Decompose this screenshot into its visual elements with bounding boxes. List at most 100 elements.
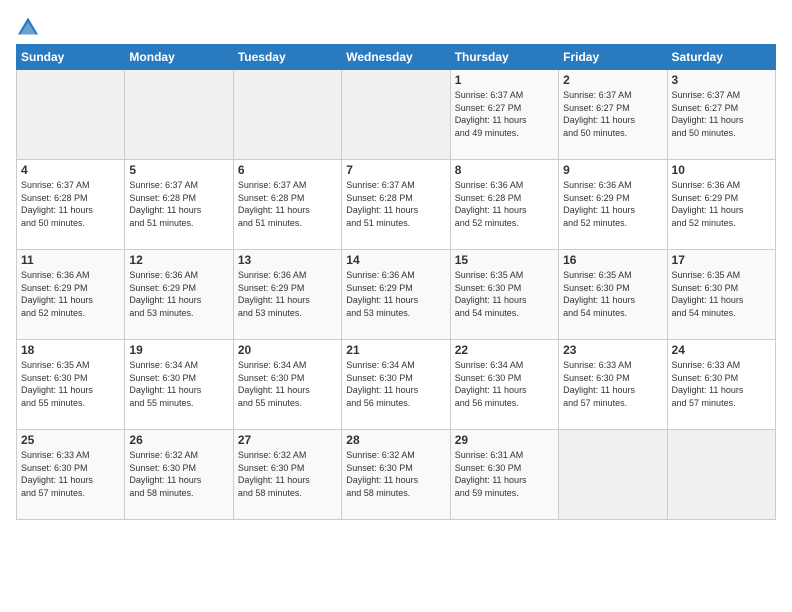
weekday-header-wednesday: Wednesday — [342, 45, 450, 70]
week-row-2: 4 Sunrise: 6:37 AM Sunset: 6:28 PM Daylig… — [17, 160, 776, 250]
day-number: 7 — [346, 163, 445, 177]
calendar-cell: 9 Sunrise: 6:36 AM Sunset: 6:29 PM Daylig… — [559, 160, 667, 250]
day-info: Sunrise: 6:34 AM Sunset: 6:30 PM Dayligh… — [346, 359, 445, 409]
day-info: Sunrise: 6:37 AM Sunset: 6:27 PM Dayligh… — [563, 89, 662, 139]
calendar-cell: 20 Sunrise: 6:34 AM Sunset: 6:30 PM Dayli… — [233, 340, 341, 430]
weekday-header-monday: Monday — [125, 45, 233, 70]
week-row-4: 18 Sunrise: 6:35 AM Sunset: 6:30 PM Dayli… — [17, 340, 776, 430]
calendar-cell: 28 Sunrise: 6:32 AM Sunset: 6:30 PM Dayli… — [342, 430, 450, 520]
day-number: 9 — [563, 163, 662, 177]
logo — [16, 16, 44, 36]
day-number: 4 — [21, 163, 120, 177]
day-info: Sunrise: 6:31 AM Sunset: 6:30 PM Dayligh… — [455, 449, 554, 499]
weekday-row: SundayMondayTuesdayWednesdayThursdayFrid… — [17, 45, 776, 70]
day-info: Sunrise: 6:36 AM Sunset: 6:29 PM Dayligh… — [238, 269, 337, 319]
day-number: 22 — [455, 343, 554, 357]
day-info: Sunrise: 6:34 AM Sunset: 6:30 PM Dayligh… — [455, 359, 554, 409]
day-info: Sunrise: 6:37 AM Sunset: 6:28 PM Dayligh… — [129, 179, 228, 229]
weekday-header-sunday: Sunday — [17, 45, 125, 70]
calendar-cell: 22 Sunrise: 6:34 AM Sunset: 6:30 PM Dayli… — [450, 340, 558, 430]
day-info: Sunrise: 6:36 AM Sunset: 6:29 PM Dayligh… — [129, 269, 228, 319]
week-row-3: 11 Sunrise: 6:36 AM Sunset: 6:29 PM Dayli… — [17, 250, 776, 340]
header — [16, 16, 776, 36]
day-info: Sunrise: 6:34 AM Sunset: 6:30 PM Dayligh… — [238, 359, 337, 409]
calendar-cell: 2 Sunrise: 6:37 AM Sunset: 6:27 PM Daylig… — [559, 70, 667, 160]
day-info: Sunrise: 6:35 AM Sunset: 6:30 PM Dayligh… — [21, 359, 120, 409]
calendar-body: 1Sunrise: 6:37 AM Sunset: 6:27 PM Daylig… — [17, 70, 776, 520]
day-number: 11 — [21, 253, 120, 267]
calendar-cell: 6 Sunrise: 6:37 AM Sunset: 6:28 PM Daylig… — [233, 160, 341, 250]
calendar-cell: 19Sunrise: 6:34 AM Sunset: 6:30 PM Dayli… — [125, 340, 233, 430]
day-number: 16 — [563, 253, 662, 267]
day-info: Sunrise: 6:33 AM Sunset: 6:30 PM Dayligh… — [672, 359, 771, 409]
calendar-cell: 3 Sunrise: 6:37 AM Sunset: 6:27 PM Daylig… — [667, 70, 775, 160]
day-number: 6 — [238, 163, 337, 177]
calendar-cell: 8 Sunrise: 6:36 AM Sunset: 6:28 PM Daylig… — [450, 160, 558, 250]
calendar-cell: 15 Sunrise: 6:35 AM Sunset: 6:30 PM Dayli… — [450, 250, 558, 340]
day-number: 15 — [455, 253, 554, 267]
day-info: Sunrise: 6:36 AM Sunset: 6:29 PM Dayligh… — [21, 269, 120, 319]
week-row-1: 1Sunrise: 6:37 AM Sunset: 6:27 PM Daylig… — [17, 70, 776, 160]
day-info: Sunrise: 6:35 AM Sunset: 6:30 PM Dayligh… — [455, 269, 554, 319]
calendar-cell — [667, 430, 775, 520]
calendar-cell — [17, 70, 125, 160]
calendar-cell: 29 Sunrise: 6:31 AM Sunset: 6:30 PM Dayli… — [450, 430, 558, 520]
calendar-cell: 12Sunrise: 6:36 AM Sunset: 6:29 PM Dayli… — [125, 250, 233, 340]
calendar-cell: 27 Sunrise: 6:32 AM Sunset: 6:30 PM Dayli… — [233, 430, 341, 520]
week-row-5: 25 Sunrise: 6:33 AM Sunset: 6:30 PM Dayli… — [17, 430, 776, 520]
day-info: Sunrise: 6:36 AM Sunset: 6:29 PM Dayligh… — [563, 179, 662, 229]
day-info: Sunrise: 6:37 AM Sunset: 6:28 PM Dayligh… — [21, 179, 120, 229]
day-number: 27 — [238, 433, 337, 447]
day-number: 26 — [129, 433, 228, 447]
day-number: 2 — [563, 73, 662, 87]
calendar-cell: 4 Sunrise: 6:37 AM Sunset: 6:28 PM Daylig… — [17, 160, 125, 250]
day-number: 28 — [346, 433, 445, 447]
day-info: Sunrise: 6:36 AM Sunset: 6:29 PM Dayligh… — [346, 269, 445, 319]
day-number: 14 — [346, 253, 445, 267]
weekday-header-tuesday: Tuesday — [233, 45, 341, 70]
calendar-cell: 25 Sunrise: 6:33 AM Sunset: 6:30 PM Dayli… — [17, 430, 125, 520]
calendar-cell — [125, 70, 233, 160]
day-number: 23 — [563, 343, 662, 357]
calendar-cell — [559, 430, 667, 520]
calendar-cell: 18 Sunrise: 6:35 AM Sunset: 6:30 PM Dayli… — [17, 340, 125, 430]
day-number: 29 — [455, 433, 554, 447]
day-number: 17 — [672, 253, 771, 267]
day-number: 5 — [129, 163, 228, 177]
weekday-header-thursday: Thursday — [450, 45, 558, 70]
day-info: Sunrise: 6:32 AM Sunset: 6:30 PM Dayligh… — [346, 449, 445, 499]
day-info: Sunrise: 6:37 AM Sunset: 6:28 PM Dayligh… — [238, 179, 337, 229]
calendar-cell: 16Sunrise: 6:35 AM Sunset: 6:30 PM Dayli… — [559, 250, 667, 340]
day-info: Sunrise: 6:36 AM Sunset: 6:28 PM Dayligh… — [455, 179, 554, 229]
calendar-cell: 7Sunrise: 6:37 AM Sunset: 6:28 PM Daylig… — [342, 160, 450, 250]
calendar-cell: 24Sunrise: 6:33 AM Sunset: 6:30 PM Dayli… — [667, 340, 775, 430]
calendar-cell: 23Sunrise: 6:33 AM Sunset: 6:30 PM Dayli… — [559, 340, 667, 430]
calendar-cell: 21 Sunrise: 6:34 AM Sunset: 6:30 PM Dayli… — [342, 340, 450, 430]
weekday-header-saturday: Saturday — [667, 45, 775, 70]
calendar-cell — [342, 70, 450, 160]
day-number: 18 — [21, 343, 120, 357]
day-number: 10 — [672, 163, 771, 177]
day-info: Sunrise: 6:32 AM Sunset: 6:30 PM Dayligh… — [238, 449, 337, 499]
day-info: Sunrise: 6:37 AM Sunset: 6:27 PM Dayligh… — [455, 89, 554, 139]
day-info: Sunrise: 6:33 AM Sunset: 6:30 PM Dayligh… — [21, 449, 120, 499]
calendar-cell: 11 Sunrise: 6:36 AM Sunset: 6:29 PM Dayli… — [17, 250, 125, 340]
calendar-cell: 13 Sunrise: 6:36 AM Sunset: 6:29 PM Dayli… — [233, 250, 341, 340]
calendar-cell: 26 Sunrise: 6:32 AM Sunset: 6:30 PM Dayli… — [125, 430, 233, 520]
day-number: 19 — [129, 343, 228, 357]
calendar-header: SundayMondayTuesdayWednesdayThursdayFrid… — [17, 45, 776, 70]
calendar-cell: 1Sunrise: 6:37 AM Sunset: 6:27 PM Daylig… — [450, 70, 558, 160]
day-info: Sunrise: 6:37 AM Sunset: 6:27 PM Dayligh… — [672, 89, 771, 139]
day-info: Sunrise: 6:32 AM Sunset: 6:30 PM Dayligh… — [129, 449, 228, 499]
calendar-cell: 14 Sunrise: 6:36 AM Sunset: 6:29 PM Dayli… — [342, 250, 450, 340]
day-number: 20 — [238, 343, 337, 357]
day-info: Sunrise: 6:36 AM Sunset: 6:29 PM Dayligh… — [672, 179, 771, 229]
logo-icon — [16, 16, 40, 36]
day-number: 3 — [672, 73, 771, 87]
calendar-table: SundayMondayTuesdayWednesdayThursdayFrid… — [16, 44, 776, 520]
day-number: 13 — [238, 253, 337, 267]
day-number: 8 — [455, 163, 554, 177]
day-number: 25 — [21, 433, 120, 447]
calendar-cell: 10 Sunrise: 6:36 AM Sunset: 6:29 PM Dayli… — [667, 160, 775, 250]
day-number: 21 — [346, 343, 445, 357]
